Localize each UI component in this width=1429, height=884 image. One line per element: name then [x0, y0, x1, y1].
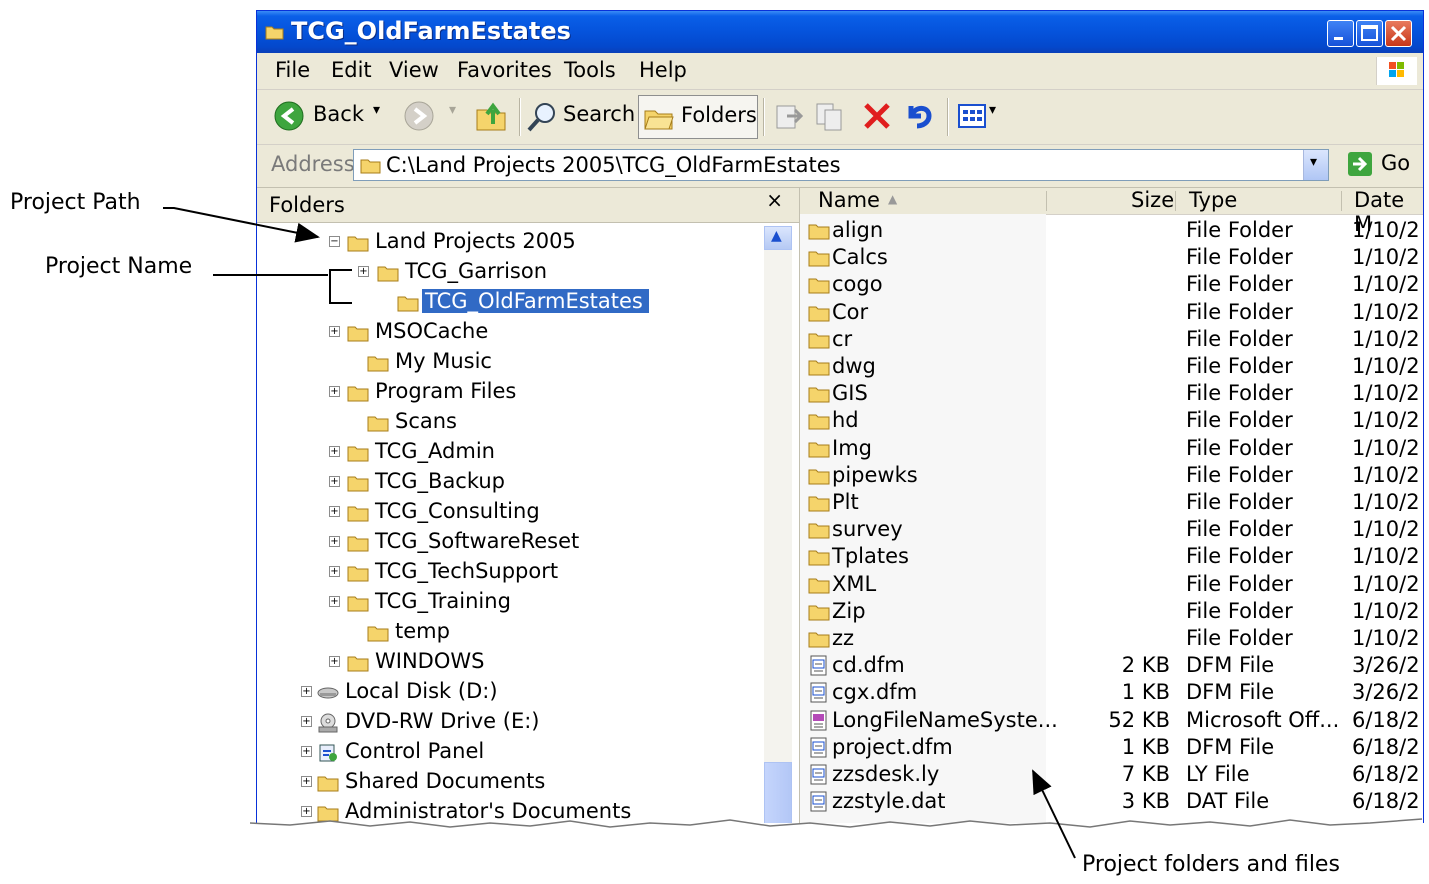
project-name-bracket — [329, 269, 352, 304]
project-files-leader — [1032, 769, 1076, 859]
callout-lines — [163, 207, 1076, 859]
project-path-leader — [163, 207, 320, 243]
